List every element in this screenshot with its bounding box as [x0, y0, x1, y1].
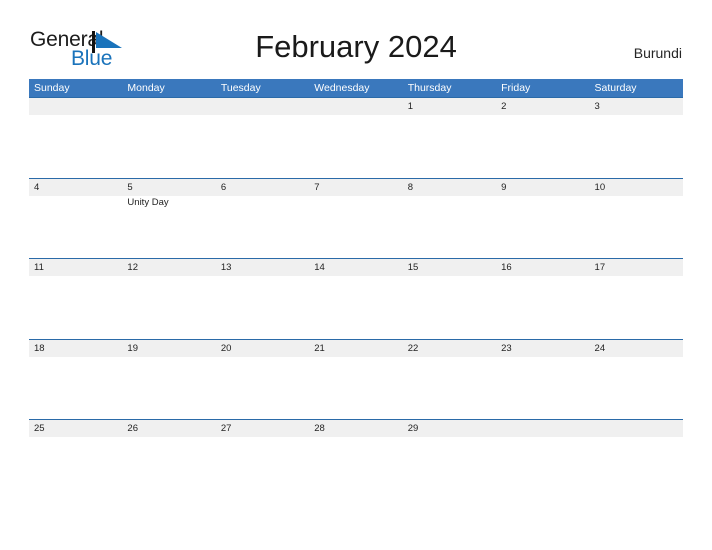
day-events[interactable]	[403, 357, 496, 419]
day-number[interactable]	[29, 98, 122, 115]
day-events[interactable]	[496, 276, 589, 338]
week-row: 11 12 13 14 15 16 17	[29, 258, 683, 339]
day-number[interactable]: 18	[29, 340, 122, 357]
day-events[interactable]	[590, 276, 683, 338]
week-event-band	[29, 356, 683, 419]
day-number[interactable]: 16	[496, 259, 589, 276]
calendar-grid: Sunday Monday Tuesday Wednesday Thursday…	[29, 79, 683, 500]
week-event-band	[29, 115, 683, 177]
day-events[interactable]: Unity Day	[122, 196, 215, 258]
day-events[interactable]	[496, 357, 589, 419]
day-number[interactable]	[122, 98, 215, 115]
week-row: 25 26 27 28 29	[29, 419, 683, 500]
day-events[interactable]	[403, 437, 496, 499]
weekday-header-saturday: Saturday	[594, 82, 637, 94]
week-row: 18 19 20 21 22 23 24	[29, 338, 683, 420]
day-events[interactable]	[496, 196, 589, 258]
page-header: General Blue February 2024 Burundi	[0, 0, 712, 76]
day-number[interactable]: 1	[403, 98, 496, 115]
day-number[interactable]: 4	[29, 179, 122, 196]
event-label: Unity Day	[127, 196, 169, 208]
day-number[interactable]: 21	[309, 340, 402, 357]
day-events[interactable]	[309, 357, 402, 419]
day-number[interactable]: 25	[29, 420, 122, 437]
day-number[interactable]: 5	[122, 179, 215, 196]
week-day-number-band: 4 5 6 7 8 9 10	[29, 178, 683, 196]
country-label: Burundi	[633, 45, 682, 61]
calendar-page: General Blue February 2024 Burundi Sunda…	[0, 0, 712, 550]
day-events[interactable]	[216, 196, 309, 258]
day-number[interactable]	[216, 98, 309, 115]
day-events[interactable]	[122, 437, 215, 499]
day-events[interactable]	[309, 276, 402, 338]
day-number[interactable]: 8	[403, 179, 496, 196]
week-day-number-band: 18 19 20 21 22 23 24	[29, 339, 683, 357]
day-events[interactable]	[216, 437, 309, 499]
day-number[interactable]: 23	[496, 340, 589, 357]
day-number[interactable]: 12	[122, 259, 215, 276]
weekday-header-wednesday: Wednesday	[314, 82, 370, 94]
day-number[interactable]: 14	[309, 259, 402, 276]
day-number[interactable]: 7	[309, 179, 402, 196]
weekday-header-friday: Friday	[501, 82, 531, 94]
day-number[interactable]: 6	[216, 179, 309, 196]
day-number[interactable]: 9	[496, 179, 589, 196]
day-events[interactable]	[29, 276, 122, 338]
week-row: 4 5 6 7 8 9 10 Unity Day	[29, 177, 683, 259]
week-day-number-band: 25 26 27 28 29	[29, 420, 683, 437]
day-events[interactable]	[216, 276, 309, 338]
day-number[interactable]	[590, 420, 683, 437]
day-number[interactable]: 15	[403, 259, 496, 276]
week-event-band	[29, 437, 683, 499]
day-number[interactable]: 3	[590, 98, 683, 115]
day-number[interactable]	[496, 420, 589, 437]
day-events[interactable]	[403, 276, 496, 338]
day-number[interactable]: 20	[216, 340, 309, 357]
day-events[interactable]	[122, 115, 215, 177]
week-event-band	[29, 276, 683, 338]
day-number[interactable]: 19	[122, 340, 215, 357]
day-number[interactable]: 27	[216, 420, 309, 437]
weekday-header-row: Sunday Monday Tuesday Wednesday Thursday…	[29, 79, 683, 97]
day-number[interactable]: 2	[496, 98, 589, 115]
day-events[interactable]	[216, 357, 309, 419]
day-events[interactable]	[29, 437, 122, 499]
day-events[interactable]	[590, 357, 683, 419]
day-number[interactable]: 28	[309, 420, 402, 437]
day-events[interactable]	[29, 196, 122, 258]
weekday-header-monday: Monday	[127, 82, 165, 94]
weekday-header-tuesday: Tuesday	[220, 82, 261, 94]
day-events[interactable]	[590, 115, 683, 177]
week-day-number-band: 1 2 3	[29, 98, 683, 115]
day-events[interactable]	[590, 196, 683, 258]
day-events[interactable]	[122, 276, 215, 338]
week-row: 1 2 3	[29, 97, 683, 178]
day-number[interactable]	[309, 98, 402, 115]
day-events[interactable]	[403, 115, 496, 177]
day-events[interactable]	[590, 437, 683, 499]
day-events[interactable]	[496, 115, 589, 177]
day-number[interactable]: 13	[216, 259, 309, 276]
week-day-number-band: 11 12 13 14 15 16 17	[29, 259, 683, 276]
day-events[interactable]	[496, 437, 589, 499]
day-number[interactable]: 11	[29, 259, 122, 276]
day-number[interactable]: 22	[403, 340, 496, 357]
day-events[interactable]	[216, 115, 309, 177]
day-events[interactable]	[122, 357, 215, 419]
day-number[interactable]: 24	[590, 340, 683, 357]
day-events[interactable]	[29, 115, 122, 177]
day-events[interactable]	[403, 196, 496, 258]
day-events[interactable]	[29, 357, 122, 419]
day-events[interactable]	[309, 196, 402, 258]
day-number[interactable]: 10	[590, 179, 683, 196]
weekday-header-thursday: Thursday	[407, 82, 452, 94]
page-title: February 2024	[255, 29, 457, 64]
day-events[interactable]	[309, 437, 402, 499]
day-number[interactable]: 29	[403, 420, 496, 437]
weekday-header-sunday: Sunday	[34, 82, 70, 94]
day-number[interactable]: 17	[590, 259, 683, 276]
day-number[interactable]: 26	[122, 420, 215, 437]
day-events[interactable]	[309, 115, 402, 177]
week-event-band: Unity Day	[29, 195, 683, 258]
